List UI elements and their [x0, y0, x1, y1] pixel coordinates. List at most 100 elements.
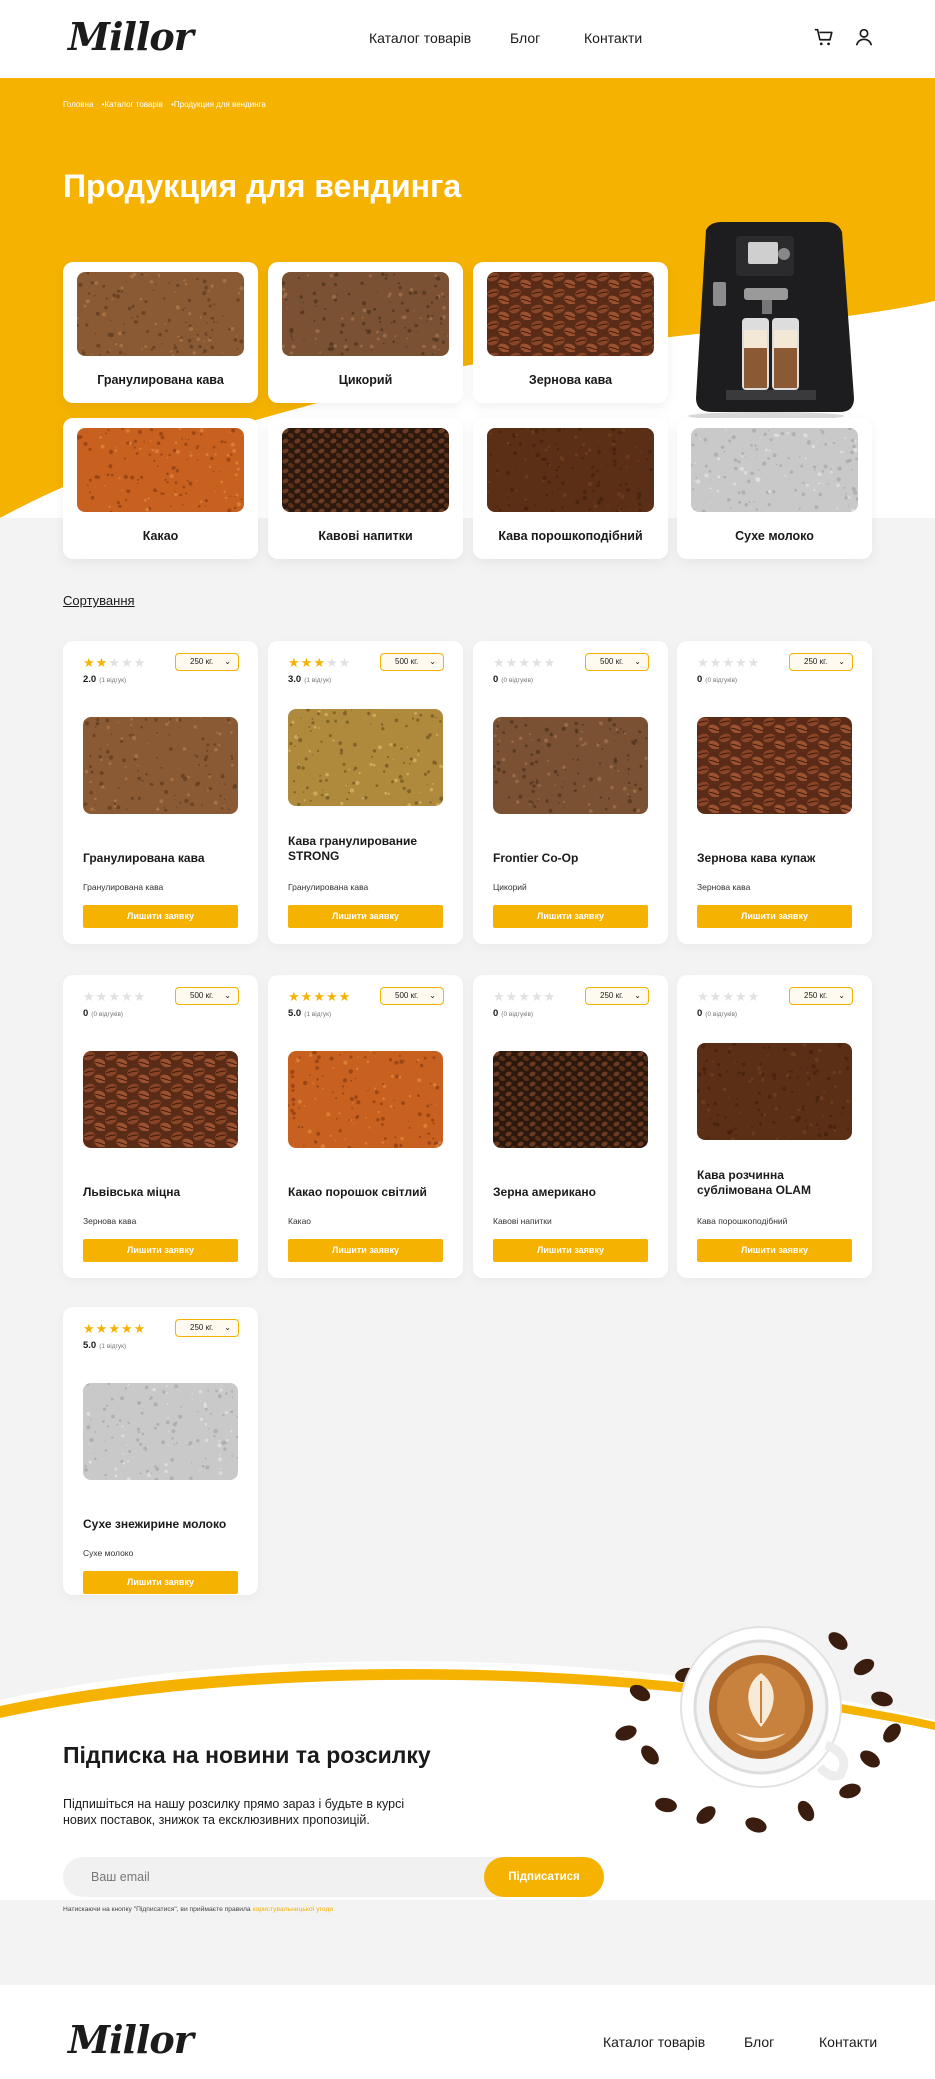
weight-select[interactable]: 500 кг. ⌄: [380, 653, 444, 671]
product-card[interactable]: ★★★★★ 0 (0 відгуків) 250 кг. ⌄ Зерна амери…: [473, 975, 668, 1278]
category-card[interactable]: Кава порошкоподібний: [473, 418, 668, 559]
request-button[interactable]: Лишити заявку: [697, 905, 852, 928]
star-icon: ★: [120, 655, 134, 670]
star-icon: ★: [543, 655, 557, 670]
terms-link[interactable]: користувальницької угоди: [253, 1906, 334, 1913]
star-icon: ★: [709, 655, 723, 670]
review-count: (0 відгуків): [501, 1011, 534, 1018]
product-name[interactable]: Сухе знежирине молоко: [83, 1517, 243, 1532]
rating-value: 3.0: [288, 674, 302, 685]
request-button[interactable]: Лишити заявку: [288, 1239, 443, 1262]
weight-select[interactable]: 250 кг. ⌄: [789, 987, 853, 1005]
request-button[interactable]: Лишити заявку: [493, 1239, 648, 1262]
category-card[interactable]: Какао: [63, 418, 258, 559]
product-name[interactable]: Кава розчинна сублімована OLAM: [697, 1168, 857, 1198]
review-count: (0 відгуків): [705, 1011, 738, 1018]
breadcrumb-catalog[interactable]: •Каталог товарів: [102, 100, 163, 109]
breadcrumb-home[interactable]: Головна: [63, 100, 93, 109]
weight-select[interactable]: 500 кг. ⌄: [380, 987, 444, 1005]
rating-stars: ★★★★★: [493, 989, 556, 1005]
star-icon: ★: [133, 989, 147, 1004]
product-image[interactable]: [697, 717, 852, 814]
product-image[interactable]: [83, 717, 238, 814]
nav-contacts[interactable]: Контакти: [584, 30, 642, 46]
star-icon: ★: [722, 655, 735, 670]
product-name[interactable]: Какао порошок світлий: [288, 1185, 448, 1200]
request-button[interactable]: Лишити заявку: [493, 905, 648, 928]
nav-catalog[interactable]: Каталог товарів: [369, 30, 471, 46]
weight-select[interactable]: 250 кг. ⌄: [175, 653, 239, 671]
product-card[interactable]: ★★★★★ 0 (0 відгуків) 250 кг. ⌄ Кава розчин…: [677, 975, 872, 1278]
product-image[interactable]: [83, 1051, 238, 1148]
star-icon: ★: [95, 989, 109, 1004]
weight-select[interactable]: 250 кг. ⌄: [175, 1319, 239, 1337]
weight-select[interactable]: 500 кг. ⌄: [175, 987, 239, 1005]
category-card[interactable]: Цикорий: [268, 262, 463, 403]
product-image[interactable]: [697, 1043, 852, 1140]
user-icon[interactable]: [853, 26, 875, 48]
star-icon: ★: [697, 655, 710, 670]
subscribe-button[interactable]: Підписатися: [484, 1857, 604, 1897]
rating-summary: 5.0 (1 відгук): [83, 1340, 126, 1351]
review-count: (1 відгук): [99, 677, 127, 684]
footer-nav-catalog[interactable]: Каталог товарів: [603, 2034, 705, 2050]
product-name[interactable]: Frontier Co-Op: [493, 851, 653, 866]
rating-value: 5.0: [288, 1008, 302, 1019]
product-card[interactable]: ★★★★★ 0 (0 відгуків) 500 кг. ⌄ Frontier Co…: [473, 641, 668, 944]
weight-select[interactable]: 250 кг. ⌄: [585, 987, 649, 1005]
product-image[interactable]: [83, 1383, 238, 1480]
product-card[interactable]: ★★★★★ 0 (0 відгуків) 250 кг. ⌄ Зернова кав…: [677, 641, 872, 944]
category-card[interactable]: Сухе молоко: [677, 418, 872, 559]
rating-stars: ★★★★★: [83, 655, 146, 671]
sort-link[interactable]: Сортування: [63, 593, 135, 608]
product-card[interactable]: ★★★★★ 5.0 (1 відгук) 500 кг. ⌄ Какао порош…: [268, 975, 463, 1278]
product-category: Гранулирована кава: [288, 882, 369, 892]
product-name[interactable]: Зернова кава купаж: [697, 851, 857, 866]
category-image: [691, 428, 858, 512]
chevron-down-icon: ⌄: [224, 657, 231, 666]
weight-select[interactable]: 250 кг. ⌄: [789, 653, 853, 671]
rating-stars: ★★★★★: [83, 989, 146, 1005]
star-icon: ★: [338, 989, 352, 1004]
product-name[interactable]: Гранулирована кава: [83, 851, 243, 866]
request-button[interactable]: Лишити заявку: [288, 905, 443, 928]
product-image[interactable]: [288, 709, 443, 806]
product-name[interactable]: Львівська міцна: [83, 1185, 243, 1200]
footer-nav-blog[interactable]: Блог: [744, 2034, 774, 2050]
category-card[interactable]: Гранулирована кава: [63, 262, 258, 403]
product-image[interactable]: [288, 1051, 443, 1148]
product-card[interactable]: ★★★★★ 2.0 (1 відгук) 250 кг. ⌄ Гранулирова…: [63, 641, 258, 944]
product-card[interactable]: ★★★★★ 3.0 (1 відгук) 500 кг. ⌄ Кава гранул…: [268, 641, 463, 944]
footer-logo[interactable]: Millor: [68, 2017, 194, 2062]
request-button[interactable]: Лишити заявку: [697, 1239, 852, 1262]
category-image: [282, 428, 449, 512]
weight-value: 250 кг.: [190, 1323, 214, 1332]
product-name[interactable]: Зерна американо: [493, 1185, 653, 1200]
chevron-down-icon: ⌄: [429, 991, 436, 1000]
review-count: (1 відгук): [304, 677, 332, 684]
category-label: Гранулирована кава: [97, 373, 224, 387]
star-icon: ★: [734, 989, 748, 1004]
nav-blog[interactable]: Блог: [510, 30, 540, 46]
chevron-down-icon: ⌄: [838, 991, 845, 1000]
category-card[interactable]: Кавові напитки: [268, 418, 463, 559]
category-card[interactable]: Зернова кава: [473, 262, 668, 403]
footer-nav-contacts[interactable]: Контакти: [819, 2034, 877, 2050]
request-button[interactable]: Лишити заявку: [83, 905, 238, 928]
request-button[interactable]: Лишити заявку: [83, 1239, 238, 1262]
product-card[interactable]: ★★★★★ 5.0 (1 відгук) 250 кг. ⌄ Сухе знежир…: [63, 1307, 258, 1595]
product-card[interactable]: ★★★★★ 0 (0 відгуків) 500 кг. ⌄ Львівська м…: [63, 975, 258, 1278]
logo[interactable]: Millor: [68, 14, 194, 59]
star-icon: ★: [300, 655, 314, 670]
chevron-down-icon: ⌄: [224, 1323, 231, 1332]
star-icon: ★: [325, 989, 339, 1004]
product-name[interactable]: Кава гранулирование STRONG: [288, 834, 448, 864]
cart-icon[interactable]: [813, 26, 835, 48]
product-image[interactable]: [493, 1051, 648, 1148]
product-image[interactable]: [493, 717, 648, 814]
star-icon: ★: [338, 655, 352, 670]
weight-select[interactable]: 500 кг. ⌄: [585, 653, 649, 671]
star-icon: ★: [83, 1321, 96, 1336]
rating-summary: 0 (0 відгуків): [697, 674, 737, 685]
request-button[interactable]: Лишити заявку: [83, 1571, 238, 1594]
